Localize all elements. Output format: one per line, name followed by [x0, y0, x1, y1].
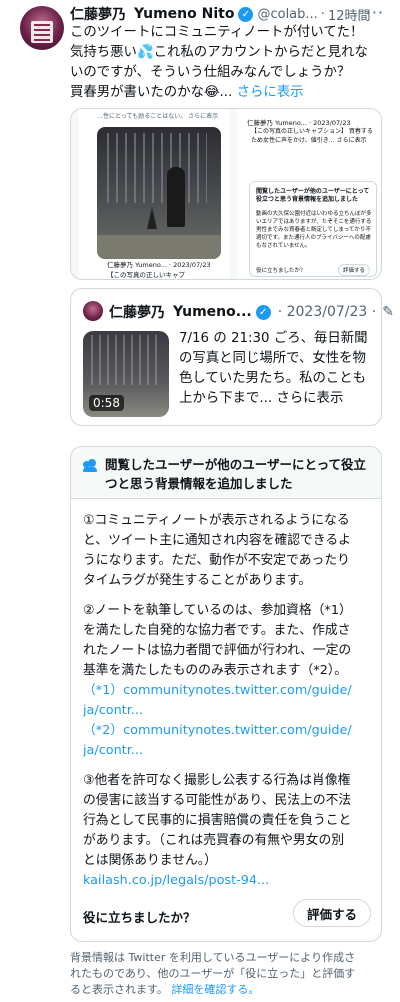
- note-title-line: 閲覧したユーザーが他のユーザーにとって役立: [105, 457, 367, 472]
- footer-line: 背景情報は Twitter を利用しているユーザーにより作成さ: [70, 951, 356, 964]
- note-link[interactable]: ja/contr...: [83, 701, 377, 721]
- tweet-header: 仁藤夢乃 Yumeno Nito ✓ @colab... · 12時間: [70, 4, 371, 24]
- image-note-title: 閲覧したユーザーが他のユーザーにとって役立つと思う背景情報を追加しました: [256, 188, 370, 203]
- image-mini-caption: 【この写真の正しいキャプ: [107, 271, 185, 279]
- community-note-title: 閲覧したユーザーが他のユーザーにとって役立 つと思う背景情報を追加しました: [105, 455, 375, 493]
- note-spacer: [83, 761, 377, 771]
- note-line: れたノートは協力者間で評価が行われ、一定の: [83, 643, 352, 658]
- note-line: ③他者を許可なく撮影し公表する行為は肖像権: [83, 773, 351, 788]
- people-icon: [83, 459, 99, 472]
- street-photo: [97, 127, 221, 259]
- quote-line: 色していた男たち。私のことも: [179, 371, 367, 386]
- video-duration: 0:58: [89, 395, 124, 411]
- quote-author-name-en: Yumeno...: [173, 304, 252, 320]
- image-note-body: 動画の大久保公園付近はいわゆる立ちんぼが多いエリアではありますが、たぞそこを通行…: [256, 211, 372, 249]
- note-line: を満たした自発的な協力者です。また、作成さ: [83, 623, 351, 638]
- tweet-timestamp[interactable]: 12時間: [328, 5, 371, 24]
- image-caption-top: …性にとっても励ることはない。 さらに表示: [97, 113, 219, 120]
- quote-header: 仁藤夢乃 Yumeno... ✓ · 2023/07/23 · ✎: [109, 302, 394, 322]
- author-name-en[interactable]: Yumeno Nito: [134, 6, 234, 22]
- author-avatar[interactable]: [20, 6, 64, 50]
- quote-author-name: 仁藤夢乃: [109, 305, 165, 321]
- image-right-header: 仁藤夢乃 Yumeno... · 2023/07/23: [247, 119, 351, 127]
- note-link[interactable]: （*1）communitynotes.twitter.com/guide/: [83, 681, 377, 701]
- edited-pencil-icon: ✎: [382, 304, 394, 320]
- quote-line: 上から下まで...: [179, 391, 273, 406]
- tweet-line: 買春男が書いたのかな😂...: [70, 85, 233, 100]
- author-handle[interactable]: @colab...: [257, 7, 317, 22]
- note-line: ①コミュニティノートが表示されるようになる: [83, 513, 350, 528]
- quote-date: · 2023/07/23 ·: [277, 304, 377, 320]
- note-line: 行為として民事的に損害賠償の責任を負うこと: [83, 813, 352, 828]
- rate-it-button[interactable]: 評価する: [293, 899, 371, 927]
- image-note-question: 役に立ちましたか？: [256, 268, 306, 274]
- author-name[interactable]: 仁藤夢乃: [70, 4, 126, 24]
- footer-line-last: ると表示されます。 詳細を確認する。: [70, 982, 392, 998]
- quote-video-thumbnail[interactable]: 0:58: [83, 331, 169, 417]
- quote-show-more-link[interactable]: さらに表示: [276, 391, 343, 406]
- note-title-line: つと思う背景情報を追加しました: [105, 476, 293, 491]
- footer-line: れたものであり、他のユーザーが「役に立った」と評価す: [70, 967, 356, 980]
- community-note-card: 閲覧したユーザーが他のユーザーにとって役立 つと思う背景情報を追加しました ①コ…: [70, 446, 382, 942]
- quote-line-last: 上から下まで... さらに表示: [179, 389, 375, 409]
- tweet-line: いのですが、そういう仕組みなんでしょうか？: [70, 65, 351, 80]
- tweet-text: このツイートにコミュニティノートが付いてた！ 気持ち悪い💦これ私のアカウントから…: [70, 23, 392, 103]
- note-line: タイムラグが発生することがあります。: [83, 573, 312, 588]
- image-mini-header: 仁藤夢乃 Yumeno... · 2023/07/23: [107, 261, 211, 269]
- note-spacer: [83, 591, 377, 601]
- quote-text: 7/16 の 21:30 ごろ、毎日新聞 の写真と同じ場所で、女性を物 色してい…: [179, 329, 375, 409]
- attached-image[interactable]: …性にとっても励ることはない。 さらに表示 仁藤夢乃 Yumeno... · 2…: [70, 108, 382, 280]
- tweet-line: このツイートにコミュニティノートが付いてた！: [70, 25, 364, 40]
- note-link[interactable]: kailash.co.jp/legals/post-94...: [83, 871, 377, 891]
- image-note-button: 評価する: [337, 264, 370, 276]
- image-note-box: 閲覧したユーザーが他のユーザーにとって役立つと思う背景情報を追加しました 動画の…: [249, 181, 377, 277]
- note-line: うになります。ただ、動作が不安定であったり: [83, 553, 350, 568]
- note-line: の侵害に該当する可能性があり、民法上の不法: [83, 793, 352, 808]
- helpful-question: 役に立ちましたか？: [83, 910, 196, 925]
- quote-avatar: [83, 301, 103, 321]
- community-note-body: ①コミュニティノートが表示されるようになる と、ツイート主に通知され内容を確認で…: [83, 511, 377, 891]
- attached-image-left-panel: …性にとっても励ることはない。 さらに表示 仁藤夢乃 Yumeno... · 2…: [79, 109, 229, 279]
- note-line: ②ノートを執筆しているのは、参加資格（*1）: [83, 603, 352, 618]
- note-footer-text: 背景情報は Twitter を利用しているユーザーにより作成さ れたものであり、…: [70, 950, 392, 998]
- footer-line: ると表示されます。: [70, 983, 168, 996]
- community-note-header: 閲覧したユーザーが他のユーザーにとって役立 つと思う背景情報を追加しました: [71, 447, 381, 499]
- avatar-sign-image: [31, 21, 53, 43]
- note-link[interactable]: （*2）communitynotes.twitter.com/guide/: [83, 721, 377, 741]
- image-right-text: 【この写真の正しいキャプション】 買春するため女性に声をかけ、値引き… さらに表…: [251, 128, 373, 144]
- quoted-tweet[interactable]: 仁藤夢乃 Yumeno... ✓ · 2023/07/23 · ✎ 0:58 7…: [70, 288, 394, 426]
- note-line: と、ツイート主に通知され内容を確認できるよ: [83, 533, 351, 548]
- tweet-line: 気持ち悪い💦これ私のアカウントからだと見れな: [70, 45, 368, 60]
- more-options-icon[interactable]: ···: [366, 3, 384, 22]
- tweet-line-last: 買春男が書いたのかな😂... さらに表示: [70, 83, 392, 103]
- verified-badge-icon: ✓: [238, 6, 254, 22]
- verified-badge-icon: ✓: [255, 304, 271, 320]
- learn-more-link[interactable]: 詳細を確認する。: [171, 983, 259, 996]
- note-line: があります。（これは売買春の有無や男女の別: [83, 833, 345, 848]
- note-line: とは関係ありません。）: [83, 853, 217, 868]
- note-line: 基準を満たしたもののみ表示されます（*2）。: [83, 663, 348, 678]
- show-more-link[interactable]: さらに表示: [237, 85, 304, 100]
- quote-line: の写真と同じ場所で、女性を物: [179, 351, 366, 366]
- note-link[interactable]: ja/contr...: [83, 741, 377, 761]
- quote-line: 7/16 の 21:30 ごろ、毎日新聞: [179, 331, 368, 346]
- attached-image-right-panel: 仁藤夢乃 Yumeno... · 2023/07/23 【この写真の正しいキャプ…: [237, 109, 381, 279]
